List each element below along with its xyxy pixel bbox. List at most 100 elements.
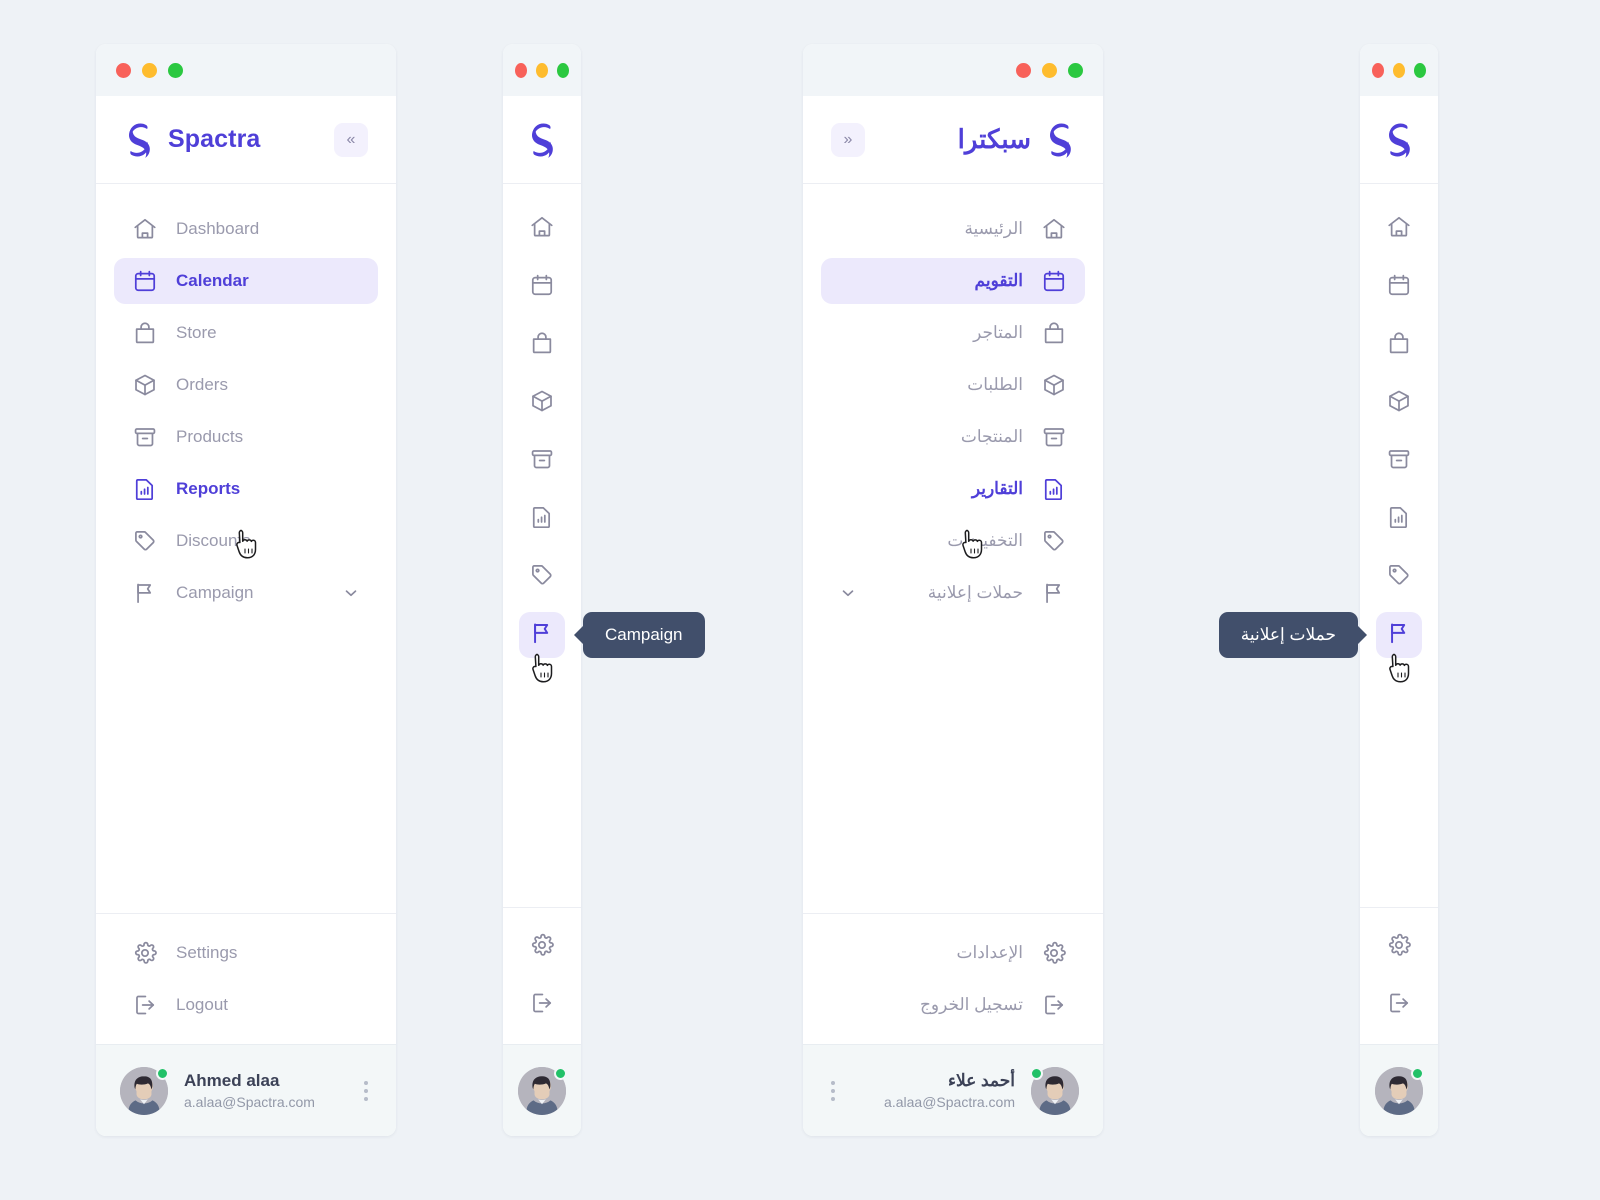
- sidebar-item-settings[interactable]: الإعدادات: [821, 930, 1085, 976]
- minimize-icon[interactable]: [1042, 62, 1057, 78]
- maximize-icon[interactable]: [1068, 62, 1083, 78]
- close-icon[interactable]: [1016, 62, 1031, 78]
- expand-sidebar-button[interactable]: »: [831, 122, 865, 157]
- sidebar-item-campaign[interactable]: Campaign: [114, 570, 378, 616]
- home-icon: [529, 214, 555, 245]
- user-info: Ahmed alaa a.alaa@Spactra.com: [184, 1070, 315, 1112]
- titlebar: [503, 44, 581, 96]
- sidebar-item-store[interactable]: المتاجر: [821, 310, 1085, 356]
- sidebar-nav: Dashboard Calendar Store Orders Products…: [96, 184, 396, 913]
- sidebar-item-discounts[interactable]: التخفيضات: [821, 518, 1085, 564]
- gear-icon: [1386, 932, 1412, 963]
- sidebar-item-label: Calendar: [176, 271, 249, 290]
- maximize-icon[interactable]: [557, 62, 569, 78]
- user-email: a.alaa@Spactra.com: [184, 1093, 315, 1110]
- avatar[interactable]: [1030, 1066, 1079, 1115]
- user-profile[interactable]: Ahmed alaa a.alaa@Spactra.com: [96, 1044, 396, 1136]
- gear-icon: [132, 940, 158, 966]
- sidebar-item-label: Products: [176, 427, 244, 446]
- online-status-badge: [1411, 1066, 1424, 1080]
- report-icon: [1386, 504, 1412, 535]
- sidebar-item-calendar[interactable]: [1376, 264, 1422, 310]
- sidebar-item-orders[interactable]: [519, 380, 565, 426]
- report-icon: [132, 476, 158, 502]
- sidebar-item-store[interactable]: [1376, 322, 1422, 368]
- sidebar-item-orders[interactable]: [1376, 380, 1422, 426]
- sidebar-item-campaign[interactable]: [519, 612, 565, 658]
- minimize-icon[interactable]: [1393, 62, 1405, 78]
- flag-icon: [1386, 620, 1412, 651]
- sidebar-item-reports[interactable]: [1376, 496, 1422, 542]
- sidebar-item-reports[interactable]: [519, 496, 565, 542]
- more-options-icon[interactable]: [827, 1077, 839, 1105]
- sidebar-item-orders[interactable]: Orders: [114, 362, 378, 408]
- sidebar-item-logout[interactable]: [1376, 982, 1422, 1028]
- user-profile[interactable]: أحمد علاء a.alaa@Spactra.com: [803, 1044, 1103, 1136]
- avatar[interactable]: [120, 1066, 169, 1115]
- sidebar-item-label: Settings: [176, 943, 238, 962]
- sidebar-item-label: Store: [176, 323, 217, 342]
- sidebar-item-discounts[interactable]: [1376, 554, 1422, 600]
- minimize-icon[interactable]: [536, 62, 548, 78]
- minimize-icon[interactable]: [142, 62, 157, 78]
- tag-icon: [132, 528, 158, 554]
- sidebar-item-reports[interactable]: التقارير: [821, 466, 1085, 512]
- sidebar-item-products[interactable]: [1376, 438, 1422, 484]
- user-profile[interactable]: [1360, 1044, 1438, 1136]
- sidebar-item-label: المتاجر: [973, 323, 1023, 342]
- sidebar-item-discounts[interactable]: [519, 554, 565, 600]
- sidebar-item-label: Logout: [176, 995, 228, 1014]
- sidebar-item-logout[interactable]: تسجيل الخروج: [821, 982, 1085, 1028]
- sidebar-item-settings[interactable]: [519, 924, 565, 970]
- gear-icon: [1041, 940, 1067, 966]
- sidebar-item-orders[interactable]: الطلبات: [821, 362, 1085, 408]
- titlebar: [803, 44, 1103, 96]
- close-icon[interactable]: [515, 62, 527, 78]
- chevron-down-icon[interactable]: [342, 584, 360, 602]
- spactra-logo-icon: [527, 122, 557, 158]
- online-status-badge: [554, 1066, 567, 1080]
- sidebar-item-calendar[interactable]: التقويم: [821, 258, 1085, 304]
- brand-name: Spactra: [168, 125, 261, 153]
- sidebar-item-discounts[interactable]: Discounts: [114, 518, 378, 564]
- sidebar-item-label: الرئيسية: [964, 219, 1023, 238]
- maximize-icon[interactable]: [1414, 62, 1426, 78]
- close-icon[interactable]: [116, 62, 131, 78]
- sidebar-item-dashboard[interactable]: الرئيسية: [821, 206, 1085, 252]
- avatar[interactable]: [518, 1066, 567, 1115]
- flag-icon: [1041, 580, 1067, 606]
- sidebar-item-dashboard[interactable]: [519, 206, 565, 252]
- sidebar-item-campaign[interactable]: [1376, 612, 1422, 658]
- close-icon[interactable]: [1372, 62, 1384, 78]
- collapse-sidebar-button[interactable]: «: [334, 122, 368, 157]
- brand-header: [503, 96, 581, 184]
- sidebar-item-reports[interactable]: Reports: [114, 466, 378, 512]
- home-icon: [132, 216, 158, 242]
- sidebar-item-calendar[interactable]: [519, 264, 565, 310]
- sidebar-item-products[interactable]: Products: [114, 414, 378, 460]
- chevron-down-icon[interactable]: [839, 584, 857, 602]
- sidebar-item-products[interactable]: [519, 438, 565, 484]
- maximize-icon[interactable]: [168, 62, 183, 78]
- sidebar-footer-nav: الإعدادات تسجيل الخروج: [803, 913, 1103, 1044]
- avatar[interactable]: [1375, 1066, 1424, 1115]
- sidebar-footer-nav: [503, 907, 581, 1044]
- archive-icon: [529, 446, 555, 477]
- more-options-icon[interactable]: [360, 1077, 372, 1105]
- sidebar-item-store[interactable]: [519, 322, 565, 368]
- sidebar-item-logout[interactable]: Logout: [114, 982, 378, 1028]
- sidebar-item-label: التخفيضات: [947, 531, 1023, 550]
- brand-header: سبكترا »: [803, 96, 1103, 184]
- sidebar-item-campaign[interactable]: حملات إعلانية: [821, 570, 1085, 616]
- sidebar-item-calendar[interactable]: Calendar: [114, 258, 378, 304]
- sidebar-item-store[interactable]: Store: [114, 310, 378, 356]
- logout-icon: [132, 992, 158, 1018]
- sidebar-item-dashboard[interactable]: [1376, 206, 1422, 252]
- sidebar-item-logout[interactable]: [519, 982, 565, 1028]
- sidebar-item-settings[interactable]: Settings: [114, 930, 378, 976]
- sidebar-item-label: حملات إعلانية: [927, 583, 1023, 602]
- user-profile[interactable]: [503, 1044, 581, 1136]
- sidebar-item-settings[interactable]: [1376, 924, 1422, 970]
- sidebar-item-products[interactable]: المنتجات: [821, 414, 1085, 460]
- sidebar-item-dashboard[interactable]: Dashboard: [114, 206, 378, 252]
